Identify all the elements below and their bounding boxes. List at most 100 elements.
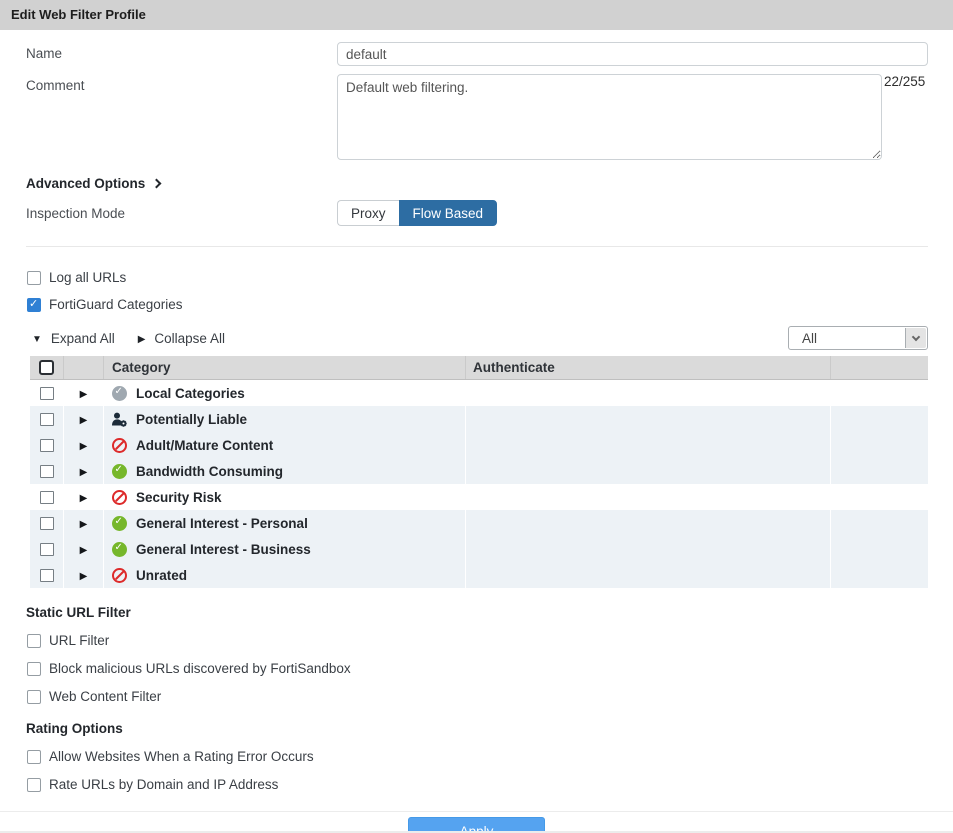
inspection-mode-flow-based-button[interactable]: Flow Based [398,200,498,226]
row-checkbox[interactable] [39,412,54,426]
comment-textarea[interactable]: Default web filtering. [337,74,882,160]
block-icon [112,437,127,453]
chevron-down-icon [911,332,921,341]
advanced-options-toggle[interactable]: Advanced Options [26,176,162,191]
rate-urls-domain-ip-row: Rate URLs by Domain and IP Address [26,777,928,792]
row-checkbox[interactable] [39,490,54,504]
allow-websites-rating-error-row: Allow Websites When a Rating Error Occur… [26,749,928,764]
category-name: Adult/Mature Content [136,437,274,453]
category-row[interactable]: Security Risk [30,484,928,510]
expand-arrow-icon[interactable] [80,488,88,506]
check-circle-green-icon [112,463,127,479]
chevron-right-icon [151,178,162,189]
log-all-urls-row: Log all URLs [26,270,928,285]
comment-char-counter: 22/255 [884,74,926,89]
category-row[interactable]: Local Categories [30,380,928,406]
authenticate-cell [466,458,831,484]
category-table: Category Authenticate Local Categories P… [30,356,928,588]
comment-label: Comment [26,78,85,93]
expand-arrow-icon[interactable] [80,514,88,532]
category-name: Bandwidth Consuming [136,463,283,479]
name-label: Name [26,46,63,61]
category-row[interactable]: General Interest - Business [30,536,928,562]
authenticate-cell [466,562,831,588]
fortiguard-categories-label: FortiGuard Categories [49,297,183,312]
category-name: Security Risk [136,489,222,505]
web-content-filter-checkbox[interactable] [27,689,41,704]
authenticate-cell [466,406,831,432]
comment-row: Comment Default web filtering. 22/255 [26,74,928,160]
category-filter-select[interactable]: All [788,326,928,350]
authenticate-cell [466,510,831,536]
category-name: General Interest - Business [136,541,311,557]
category-name: Potentially Liable [136,411,248,427]
category-name: Local Categories [136,385,245,401]
url-filter-row: URL Filter [26,633,928,648]
row-checkbox[interactable] [39,386,54,400]
inspection-mode-row: Inspection Mode Proxy Flow Based [26,200,928,226]
section-divider [26,246,928,247]
table-controls-row: Expand All Collapse All All [26,326,928,350]
block-icon [112,567,127,583]
footer: Apply [0,812,953,831]
expand-arrow-icon[interactable] [80,540,88,558]
category-row[interactable]: Bandwidth Consuming [30,458,928,484]
allow-websites-rating-error-checkbox[interactable] [27,749,41,764]
check-circle-green-icon [112,515,127,531]
expand-arrow-icon[interactable] [80,462,88,480]
row-checkbox[interactable] [39,542,54,556]
expand-arrow-icon[interactable] [80,410,88,428]
category-name: General Interest - Personal [136,515,308,531]
allow-websites-rating-error-label: Allow Websites When a Rating Error Occur… [49,749,314,764]
row-checkbox[interactable] [39,464,54,478]
authenticate-cell [466,484,831,510]
category-row[interactable]: General Interest - Personal [30,510,928,536]
row-checkbox[interactable] [39,438,54,452]
log-all-urls-label: Log all URLs [49,270,127,285]
fortiguard-categories-checkbox[interactable] [27,297,41,312]
name-row: Name [26,42,928,66]
block-malicious-urls-checkbox[interactable] [27,661,41,676]
edit-web-filter-profile-page: Edit Web Filter Profile Name Comment Def… [0,0,953,833]
apply-button[interactable]: Apply [408,817,545,831]
block-malicious-urls-label: Block malicious URLs discovered by Forti… [49,661,351,676]
category-column-header: Category [104,356,466,379]
expand-arrow-icon[interactable] [80,384,88,402]
inspection-mode-proxy-button[interactable]: Proxy [337,200,399,226]
select-dropdown-button[interactable] [905,328,926,348]
log-all-urls-checkbox[interactable] [27,270,41,285]
rate-urls-domain-ip-label: Rate URLs by Domain and IP Address [49,777,279,792]
rating-options-heading: Rating Options [26,721,123,736]
triangle-down-icon[interactable] [32,329,42,347]
authenticate-column-header: Authenticate [466,356,831,379]
rate-urls-domain-ip-checkbox[interactable] [27,777,41,792]
expand-all-link[interactable]: Expand All [51,331,115,346]
select-all-checkbox[interactable] [39,360,54,375]
inspection-mode-label: Inspection Mode [26,205,126,221]
inspection-mode-segmented-control: Proxy Flow Based [337,200,498,226]
expand-arrow-icon[interactable] [80,566,88,584]
url-filter-label: URL Filter [49,633,110,648]
category-table-body: Local Categories Potentially Liable Adul… [30,380,928,588]
url-filter-checkbox[interactable] [27,633,41,648]
category-name: Unrated [136,567,188,583]
expand-arrow-icon[interactable] [80,436,88,454]
category-row[interactable]: Adult/Mature Content [30,432,928,458]
category-row[interactable]: Unrated [30,562,928,588]
authenticate-cell [466,536,831,562]
advanced-options-label: Advanced Options [26,176,146,191]
check-circle-grey-icon [112,385,127,401]
category-filter-value: All [802,330,818,346]
authenticate-cell [466,380,831,406]
authenticate-cell [466,432,831,458]
check-circle-green-icon [112,541,127,557]
category-row[interactable]: Potentially Liable [30,406,928,432]
category-table-header: Category Authenticate [30,356,928,380]
web-content-filter-label: Web Content Filter [49,689,162,704]
content: Name Comment Default web filtering. 22/2… [0,30,953,792]
row-checkbox[interactable] [39,568,54,582]
name-input[interactable] [337,42,928,66]
triangle-right-icon[interactable] [138,329,146,347]
row-checkbox[interactable] [39,516,54,530]
collapse-all-link[interactable]: Collapse All [154,331,225,346]
